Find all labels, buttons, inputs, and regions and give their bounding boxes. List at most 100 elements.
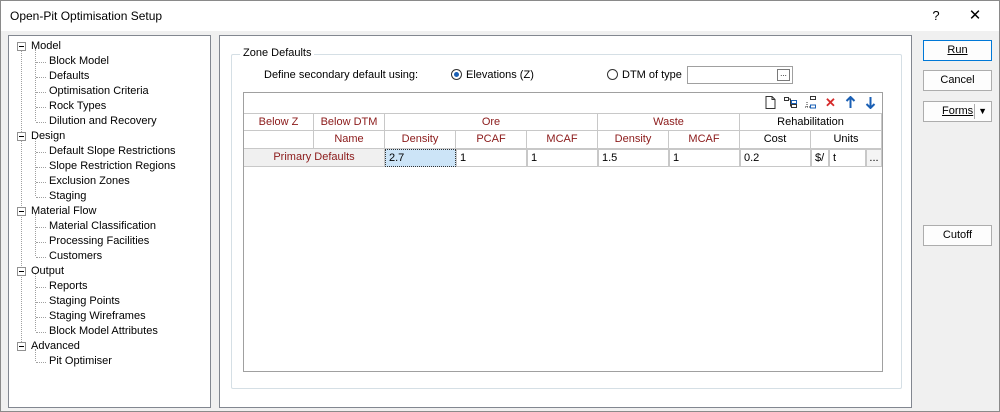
elevations-radio[interactable] (451, 69, 462, 80)
tree-item-output[interactable]: Output (31, 264, 64, 279)
header-ore-mcaf[interactable]: MCAF (527, 131, 598, 149)
tree-item-processing-facilities[interactable]: Processing Facilities (49, 234, 149, 249)
tree-connector (36, 362, 46, 363)
move-down-icon[interactable] (864, 96, 877, 110)
tree-collapse-icon[interactable] (17, 342, 26, 351)
cutoff-button[interactable]: Cutoff (923, 225, 992, 246)
new-row-icon[interactable] (764, 96, 777, 109)
zone-defaults-legend: Zone Defaults (240, 47, 315, 59)
header-waste-mcaf[interactable]: MCAF (669, 131, 740, 149)
tree-item-staging[interactable]: Staging (49, 189, 86, 204)
defaults-grid: ✕ Below Z Below DTM Ore Waste Rehabilita… (243, 92, 883, 372)
tree-connector (36, 287, 46, 288)
cutoff-button-label: Cutoff (942, 229, 973, 241)
cell-cost[interactable]: 0.2 (740, 149, 811, 167)
header-ore: Ore (385, 113, 598, 131)
tree-connector (21, 50, 22, 350)
tree-item-material-classification[interactable]: Material Classification (49, 219, 156, 234)
cell-waste-density[interactable]: 1.5 (598, 149, 669, 167)
tree-item-block-model[interactable]: Block Model (49, 54, 109, 69)
tree-connector (36, 122, 46, 123)
cell-ore-mcaf[interactable]: 1 (527, 149, 598, 167)
tree-item-staging-wireframes[interactable]: Staging Wireframes (49, 309, 146, 324)
tree-connector (35, 49, 36, 121)
dtm-browse-button[interactable]: ... (777, 69, 790, 81)
define-secondary-label: Define secondary default using: (264, 69, 419, 81)
delete-row-icon[interactable]: ✕ (824, 96, 837, 109)
tree-item-default-slope-restrictions[interactable]: Default Slope Restrictions (49, 144, 176, 159)
content-panel: Zone Defaults Define secondary default u… (219, 35, 912, 408)
dialog-window: Open-Pit Optimisation Setup ? ✕ Model Blo… (0, 0, 1000, 412)
tree-collapse-icon[interactable] (17, 207, 26, 216)
cell-waste-mcaf[interactable]: 1 (669, 149, 740, 167)
header-waste-density[interactable]: Density (598, 131, 669, 149)
tree-connector (35, 214, 36, 256)
title-bar: Open-Pit Optimisation Setup ? ✕ (1, 1, 999, 31)
insert-row-icon[interactable] (784, 96, 797, 109)
run-button[interactable]: Run (923, 40, 992, 61)
tree-item-slope-restriction-regions[interactable]: Slope Restriction Regions (49, 159, 176, 174)
tree-connector (36, 302, 46, 303)
tree-item-model[interactable]: Model (31, 39, 61, 54)
tree-connector (36, 167, 46, 168)
cell-ore-density[interactable]: 2.7 (385, 149, 456, 167)
tree-connector (36, 107, 46, 108)
forms-divider (974, 104, 975, 119)
tree-item-dilution-and-recovery[interactable]: Dilution and Recovery (49, 114, 157, 129)
header-ore-pcaf[interactable]: PCAF (456, 131, 527, 149)
tree-connector (36, 332, 46, 333)
close-icon[interactable]: ✕ (963, 6, 987, 26)
tree-connector (36, 62, 46, 63)
tree-item-customers[interactable]: Customers (49, 249, 102, 264)
tree-item-optimisation-criteria[interactable]: Optimisation Criteria (49, 84, 149, 99)
tree-connector (36, 257, 46, 258)
cell-ore-pcaf[interactable]: 1 (456, 149, 527, 167)
tree-collapse-icon[interactable] (17, 267, 26, 276)
header-below-z[interactable]: Below Z (244, 113, 314, 131)
tree-item-block-model-attributes[interactable]: Block Model Attributes (49, 324, 158, 339)
tree-connector (36, 242, 46, 243)
tree-item-pit-optimiser[interactable]: Pit Optimiser (49, 354, 112, 369)
tree-collapse-icon[interactable] (17, 132, 26, 141)
tree-item-reports[interactable]: Reports (49, 279, 88, 294)
header-units[interactable]: Units (811, 131, 882, 149)
units-browse-button[interactable]: ... (866, 149, 882, 167)
cell-unit-measure[interactable]: t (829, 149, 866, 167)
header-blank (244, 131, 314, 149)
dtm-type-input[interactable]: ... (687, 66, 793, 84)
tree-connector (36, 317, 46, 318)
tree-item-defaults[interactable]: Defaults (49, 69, 89, 84)
tree-connector (36, 92, 46, 93)
cell-unit-currency[interactable]: $/ (811, 149, 829, 167)
help-icon[interactable]: ? (926, 6, 946, 26)
append-row-icon[interactable] (804, 96, 817, 109)
header-ore-density[interactable]: Density (385, 131, 456, 149)
dtm-label[interactable]: DTM of type (622, 69, 682, 81)
move-up-icon[interactable] (844, 95, 857, 109)
tree-collapse-icon[interactable] (17, 42, 26, 51)
header-cost[interactable]: Cost (740, 131, 811, 149)
dtm-radio[interactable] (607, 69, 618, 80)
tree-item-rock-types[interactable]: Rock Types (49, 99, 106, 114)
elevations-label[interactable]: Elevations (Z) (466, 69, 534, 81)
forms-button-label: Forms (942, 105, 974, 117)
row-name-primary-defaults[interactable]: Primary Defaults (244, 149, 385, 167)
chevron-down-icon[interactable]: ▼ (978, 102, 987, 121)
header-name[interactable]: Name (314, 131, 385, 149)
tree-connector (36, 227, 46, 228)
header-waste: Waste (598, 113, 740, 131)
tree-item-design[interactable]: Design (31, 129, 65, 144)
tree-item-staging-points[interactable]: Staging Points (49, 294, 120, 309)
tree-connector (36, 197, 46, 198)
cancel-button[interactable]: Cancel (923, 70, 992, 91)
cancel-button-label: Cancel (940, 74, 975, 86)
navigation-tree: Model Block Model Defaults Optimisation Cri… (8, 35, 211, 408)
window-title: Open-Pit Optimisation Setup (10, 9, 163, 23)
tree-item-advanced[interactable]: Advanced (31, 339, 80, 354)
tree-item-material-flow[interactable]: Material Flow (31, 204, 96, 219)
forms-button[interactable]: Forms ▼ (923, 101, 992, 122)
tree-connector (36, 77, 46, 78)
tree-connector (36, 182, 46, 183)
header-below-dtm[interactable]: Below DTM (314, 113, 385, 131)
tree-item-exclusion-zones[interactable]: Exclusion Zones (49, 174, 130, 189)
